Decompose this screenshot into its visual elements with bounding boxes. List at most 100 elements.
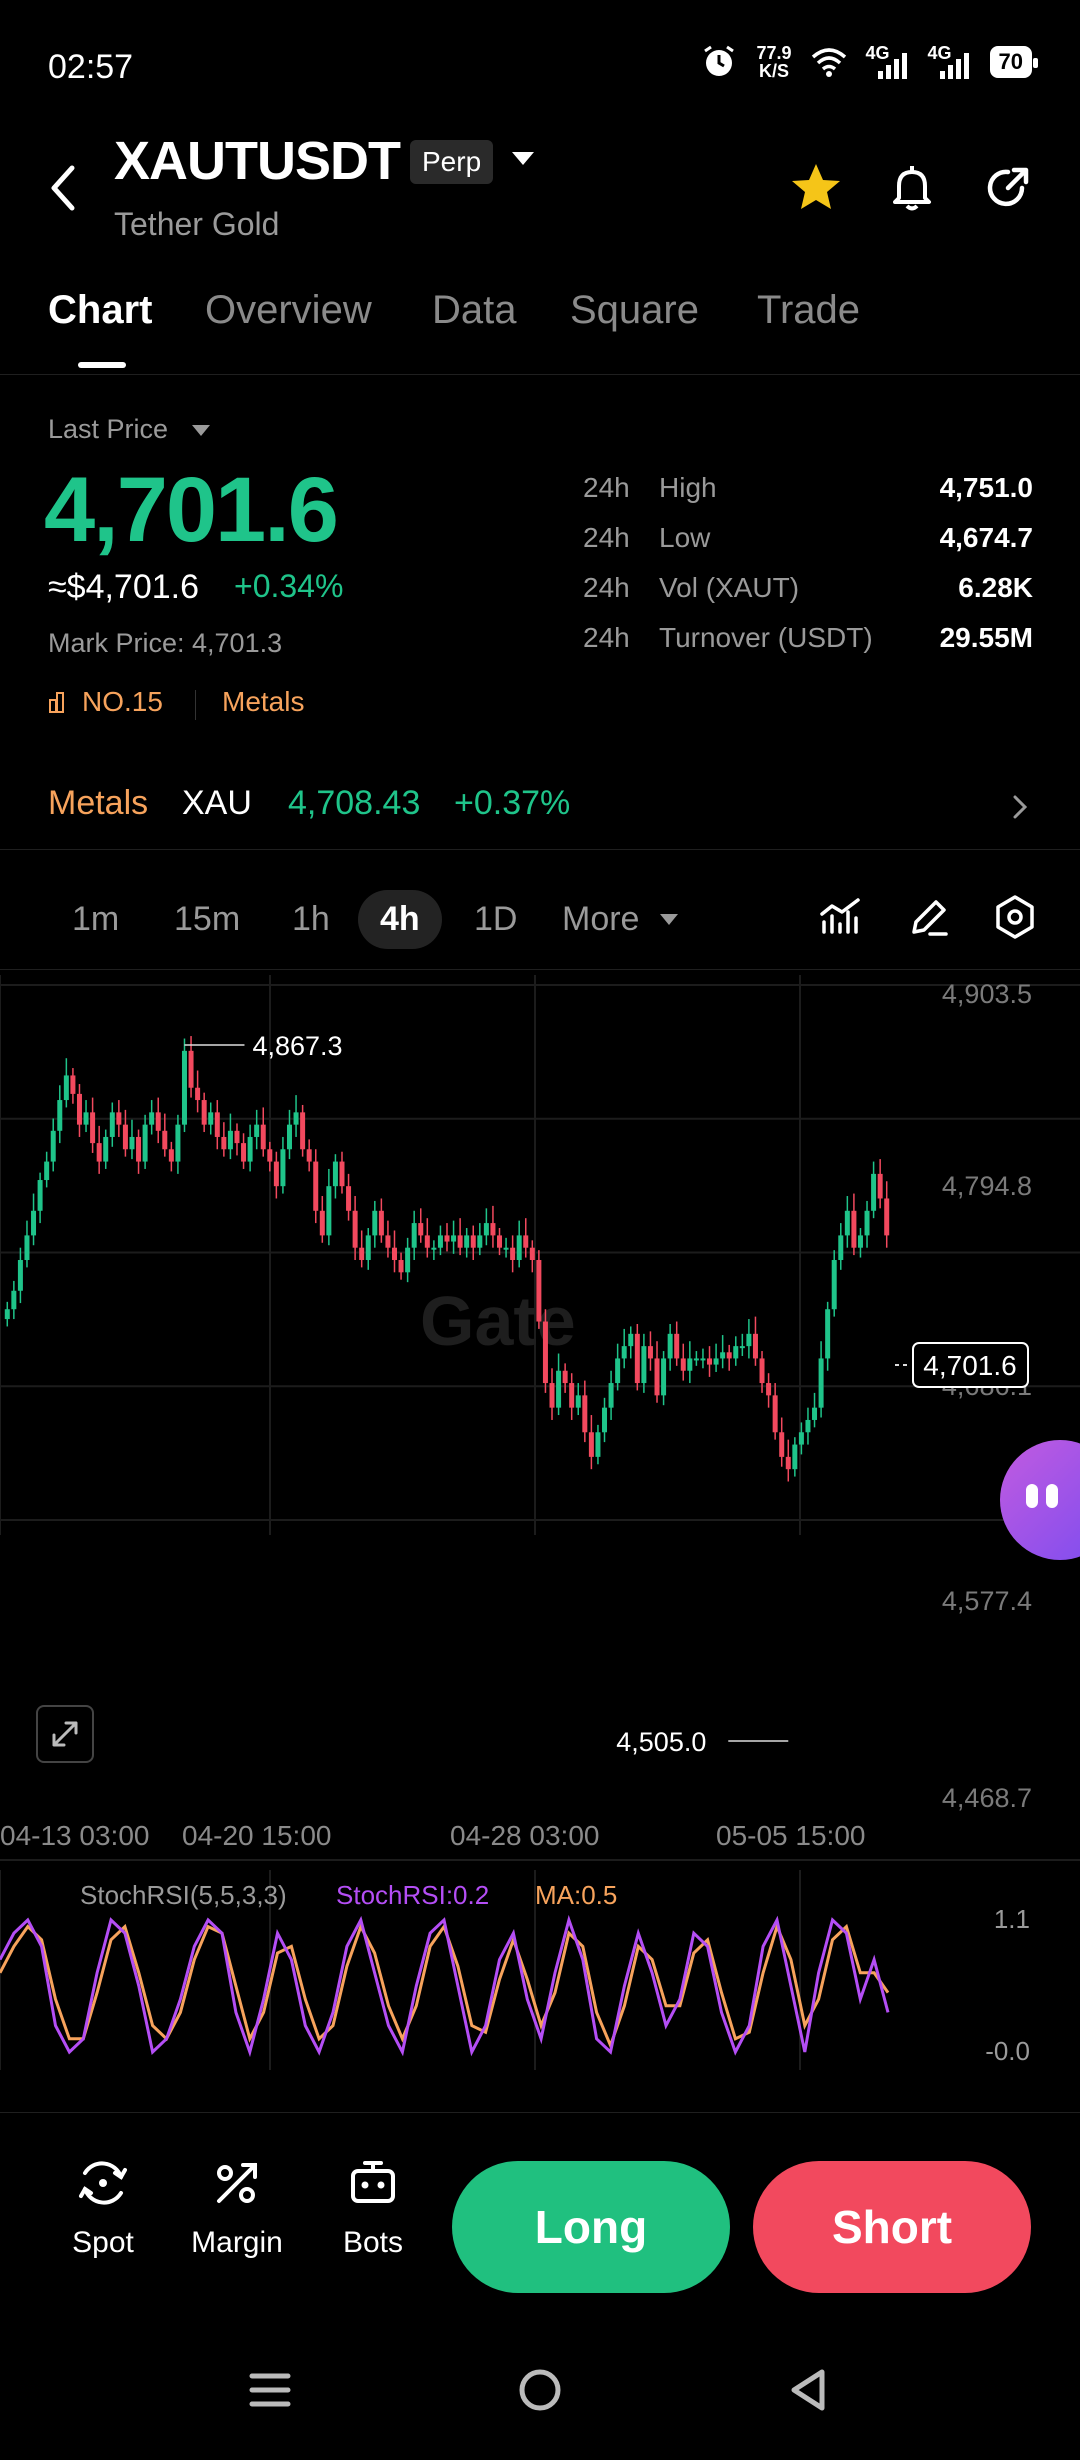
candle-body [418,1223,424,1236]
y-axis-label: 4,468.7 [942,1783,1032,1813]
candle-body [293,1112,299,1125]
candle-body [142,1124,148,1162]
related-symbol: XAU [182,784,252,822]
candle-body [149,1112,155,1125]
tab-overview[interactable]: Overview [205,288,372,333]
candle-body [562,1370,568,1384]
spot-button[interactable]: Spot [48,2153,158,2260]
signal-bars-icon [939,53,969,79]
margin-button[interactable]: Margin [182,2153,292,2260]
last-price-value: 4,701.6 [44,459,339,561]
candle-body [693,1358,699,1361]
candle-body [818,1358,824,1408]
rank-badge[interactable]: NO.15 [48,686,163,718]
candle-body [634,1333,640,1384]
candle-body [536,1260,542,1322]
candle-body [332,1161,338,1187]
candle-body [542,1321,548,1384]
long-button[interactable]: Long [452,2161,730,2293]
candle-body [700,1358,706,1361]
candle-body [326,1186,332,1236]
interval-1d[interactable]: 1D [452,890,539,949]
x-axis-label: 04-20 15:00 [182,1820,331,1851]
interval-15m[interactable]: 15m [152,890,262,949]
symbol-dropdown-icon[interactable] [512,152,534,165]
fullscreen-button[interactable] [36,1705,94,1763]
candle-body [405,1247,411,1273]
candle-body [431,1247,437,1250]
candle-body [168,1149,174,1162]
candle-body [273,1161,279,1187]
candle-body [549,1383,555,1408]
stat-value: 29.55M [939,622,1033,653]
favorite-star-icon[interactable] [786,158,846,218]
x-axis-label: 04-28 03:00 [450,1820,599,1851]
candlestick-chart[interactable]: Gate4,867.34,505.04,903.54,794.84,686.14… [0,975,1080,1865]
home-circle-icon[interactable] [510,2360,570,2420]
indicator-icon[interactable] [816,892,866,942]
draw-pen-icon[interactable] [904,892,954,942]
symbol-title[interactable]: XAUTUSDT [114,130,401,192]
candle-body [516,1235,522,1261]
interval-4h[interactable]: 4h [358,890,442,949]
related-price: 4,708.43 [288,784,421,822]
chevron-right-icon[interactable] [1008,792,1032,822]
candle-body [838,1235,844,1261]
related-category: Metals [48,784,149,822]
tab-trade[interactable]: Trade [757,288,860,333]
more-dropdown-icon[interactable] [660,914,678,925]
battery-icon: 70 [989,46,1039,78]
stat-period: 24h [583,572,630,603]
candle-body [798,1432,804,1445]
net-speed: 77.9 K/S [756,44,791,80]
candle-body [306,1149,312,1162]
stat-key: High [659,472,717,503]
candle-body [483,1223,489,1236]
interval-1m[interactable]: 1m [50,890,141,949]
related-market-bar[interactable]: Metals XAU 4,708.43 +0.37% [0,770,1080,850]
perp-badge[interactable]: Perp [410,140,494,184]
back-triangle-icon[interactable] [780,2360,840,2420]
chart-canvas[interactable]: Gate4,867.34,505.04,903.54,794.84,686.14… [0,975,1080,1865]
back-arrow-icon[interactable] [44,158,84,218]
candle-body [680,1358,686,1371]
candle-body [208,1112,214,1125]
bell-icon[interactable] [882,158,942,218]
candle-body [510,1247,516,1261]
candle-body [214,1112,220,1137]
stat-period: 24h [583,622,630,653]
interval-more[interactable]: More [540,890,661,949]
candle-body [752,1333,758,1359]
tab-data[interactable]: Data [432,288,517,333]
interval-1h[interactable]: 1h [270,890,352,949]
low-marker-label: 4,505.0 [616,1727,706,1757]
last-price-dropdown-icon[interactable] [192,425,210,436]
margin-label: Margin [191,2226,283,2259]
last-price-label[interactable]: Last Price [48,414,168,445]
candle-body [674,1333,680,1359]
tab-chart[interactable]: Chart [48,288,152,333]
candle-body [444,1235,450,1242]
candle-body [83,1112,89,1125]
candle-body [254,1124,260,1137]
candle-body [497,1235,503,1248]
menu-icon[interactable] [240,2360,300,2420]
category-tag[interactable]: Metals [222,686,304,718]
stoch-rsi-panel[interactable]: StochRSI(5,5,3,3) StochRSI:0.2 MA:0.5 1.1 -0… [0,1870,1080,2070]
share-icon[interactable] [978,158,1038,218]
active-tab-indicator [78,362,126,368]
candle-body [365,1235,371,1261]
bots-button[interactable]: Bots [318,2153,428,2260]
status-time: 02:57 [48,48,134,86]
short-button[interactable]: Short [753,2161,1031,2293]
candle-body [588,1432,594,1457]
header: XAUTUSDT Perp Tether Gold [0,130,1080,260]
candle-body [372,1210,378,1236]
candle-body [647,1346,653,1359]
candle-body [162,1130,168,1150]
settings-icon[interactable] [990,892,1040,942]
tab-square[interactable]: Square [570,288,699,333]
candle-body [503,1247,509,1250]
candle-body [602,1407,608,1433]
interval-toolbar: 1m 15m 1h 4h 1D More [0,870,1080,970]
